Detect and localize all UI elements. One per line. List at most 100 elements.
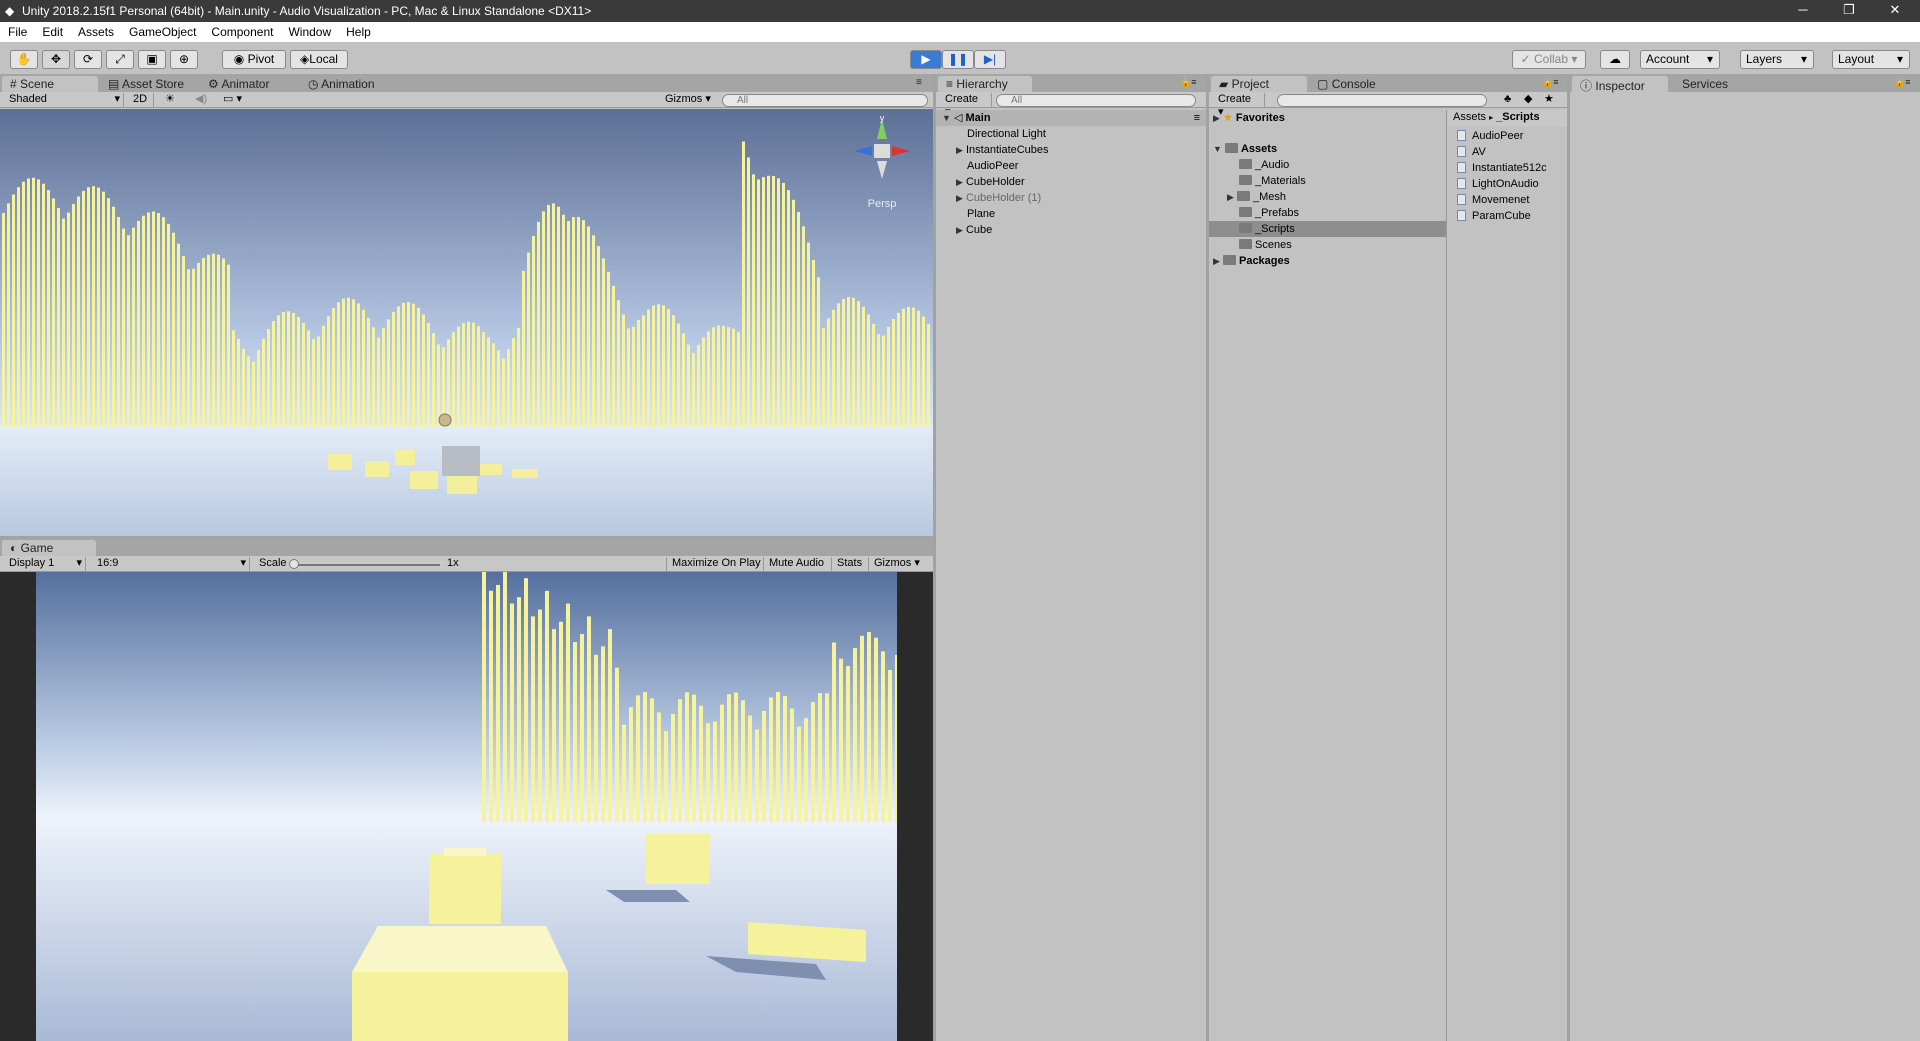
mute-audio-toggle[interactable]: Mute Audio: [763, 557, 829, 571]
restore-button[interactable]: ❐: [1826, 0, 1872, 22]
spectrum-bar: [617, 300, 620, 427]
scene-row[interactable]: ▼ ◁ Main ≡: [936, 110, 1206, 126]
tab-animator[interactable]: ⚙ Animator: [200, 76, 277, 92]
pivot-toggle[interactable]: ◉ Pivot: [222, 50, 286, 69]
folder-mesh[interactable]: ▶ _Mesh: [1227, 189, 1286, 205]
scene-menu-icon[interactable]: ≡: [1194, 110, 1200, 126]
script-movemenet[interactable]: Movemenet: [1457, 192, 1529, 208]
persp-label[interactable]: Persp: [868, 198, 897, 210]
rotate-tool-icon[interactable]: ⟳: [74, 50, 102, 69]
packages-row[interactable]: ▶ Packages: [1213, 253, 1290, 269]
stats-toggle[interactable]: Stats: [831, 557, 867, 571]
menu-edit[interactable]: Edit: [34, 22, 70, 39]
tab-project[interactable]: ▰ Project: [1211, 76, 1307, 92]
assets-row[interactable]: ▼ Assets: [1213, 141, 1277, 157]
menu-gameobject[interactable]: GameObject: [121, 22, 203, 39]
tab-scene-label: Scene: [20, 77, 55, 91]
scale-tool-icon[interactable]: ⤢: [106, 50, 134, 69]
folder-prefabs[interactable]: _Prefabs: [1239, 205, 1299, 221]
aspect-dropdown[interactable]: 16:9 ▾: [92, 557, 250, 571]
menu-assets[interactable]: Assets: [70, 22, 121, 39]
tab-scene[interactable]: # Scene: [2, 76, 98, 92]
effects-dropdown-icon[interactable]: ▭ ▾: [218, 93, 250, 107]
account-dropdown[interactable]: Account ▾: [1640, 50, 1720, 69]
collab-dropdown[interactable]: ✓ Collab ▾: [1512, 50, 1586, 69]
move-tool-icon[interactable]: ✥: [42, 50, 70, 69]
scene-viewport[interactable]: y Persp: [0, 109, 933, 536]
filter-label-icon[interactable]: ◆: [1519, 93, 1537, 107]
layout-dropdown[interactable]: Layout ▾: [1832, 50, 1910, 69]
filter-type-icon[interactable]: ♣: [1499, 93, 1516, 107]
script-instantiate512c[interactable]: Instantiate512c: [1457, 160, 1547, 176]
menu-window[interactable]: Window: [280, 22, 338, 39]
lock-icon[interactable]: 🔒≡: [1534, 76, 1566, 92]
breadcrumb-scripts[interactable]: _Scripts: [1496, 111, 1539, 123]
hierarchy-create-dropdown[interactable]: Create ▾: [940, 93, 992, 118]
hierarchy-item-cubeholder[interactable]: ▶ CubeHolder: [956, 174, 1025, 190]
menu-component[interactable]: Component: [203, 22, 280, 39]
spectrum-bar: [671, 713, 675, 822]
hierarchy-item-instantiatecubes[interactable]: ▶ InstantiateCubes: [956, 142, 1049, 158]
script-av[interactable]: AV: [1457, 144, 1486, 160]
panel-menu-icon[interactable]: ≡: [908, 76, 930, 92]
layers-dropdown[interactable]: Layers ▾: [1740, 50, 1814, 69]
close-button[interactable]: ✕: [1872, 0, 1918, 22]
game-subtoolbar: Display 1 ▾ 16:9 ▾ Scale 1x Maximize On Pl…: [0, 556, 933, 572]
clock-icon: ◷: [308, 77, 319, 91]
tab-asset-store[interactable]: ▤ Asset Store: [100, 76, 192, 92]
maximize-on-play-toggle[interactable]: Maximize On Play: [666, 557, 766, 571]
folder-scenes[interactable]: Scenes: [1239, 237, 1292, 253]
hierarchy-item-cubeholder-1[interactable]: ▶ CubeHolder (1): [956, 190, 1041, 206]
hierarchy-item-plane[interactable]: Plane: [967, 206, 995, 222]
tab-services[interactable]: Services: [1674, 76, 1736, 92]
scene-search-input[interactable]: All: [722, 94, 928, 107]
folder-materials[interactable]: _Materials: [1239, 173, 1306, 189]
scale-slider-handle[interactable]: [289, 559, 299, 569]
mode-2d-toggle[interactable]: 2D: [128, 93, 154, 107]
menu-help[interactable]: Help: [338, 22, 378, 39]
game-viewport[interactable]: [36, 572, 897, 1041]
minimize-button[interactable]: ─: [1780, 0, 1826, 22]
hierarchy-item-cube[interactable]: ▶ Cube: [956, 222, 992, 238]
project-search-input[interactable]: [1277, 94, 1487, 107]
lighting-toggle-icon[interactable]: ☀: [160, 93, 180, 107]
tab-inspector[interactable]: ⓘ Inspector: [1572, 76, 1668, 93]
transform-tool-icon[interactable]: ⊕: [170, 50, 198, 69]
step-button[interactable]: ▶|: [974, 50, 1006, 69]
cloud-icon[interactable]: ☁: [1600, 50, 1630, 69]
favorites-row[interactable]: ▶ ★ Favorites: [1213, 110, 1285, 126]
shading-dropdown[interactable]: Shaded ▾: [4, 93, 124, 107]
script-lightonaudio[interactable]: LightOnAudio: [1457, 176, 1539, 192]
rect-tool-icon[interactable]: ▣: [138, 50, 166, 69]
favorite-star-icon[interactable]: ★: [1539, 93, 1559, 107]
project-create-dropdown[interactable]: Create ▾: [1213, 93, 1265, 118]
script-paramcube[interactable]: ParamCube: [1457, 208, 1531, 224]
lock-icon[interactable]: 🔒≡: [1886, 76, 1918, 92]
display-dropdown[interactable]: Display 1 ▾: [4, 557, 86, 571]
tab-game[interactable]: ◐ Game: [2, 540, 96, 556]
folder-scripts[interactable]: _Scripts: [1209, 221, 1446, 237]
spectrum-bar: [922, 316, 925, 427]
hierarchy-item-directional-light[interactable]: Directional Light: [967, 126, 1046, 142]
hand-tool-icon[interactable]: ✋: [10, 50, 38, 69]
spectrum-bar: [732, 328, 735, 427]
script-audiopeer[interactable]: AudioPeer: [1457, 128, 1523, 144]
play-button[interactable]: ▶: [910, 50, 942, 69]
spectrum-bar: [559, 621, 563, 822]
scene-gizmos-dropdown[interactable]: Gizmos ▾: [660, 93, 716, 107]
pause-button[interactable]: ❚❚: [942, 50, 974, 69]
tab-animation[interactable]: ◷ Animation: [300, 76, 383, 92]
hierarchy-item-audiopeer[interactable]: AudioPeer: [967, 158, 1018, 174]
scale-slider[interactable]: [292, 564, 440, 566]
cs-script-icon: [1457, 194, 1466, 205]
tab-console[interactable]: ▢ Console: [1309, 76, 1384, 92]
lock-icon[interactable]: 🔒≡: [1172, 76, 1204, 92]
hierarchy-search-input[interactable]: All: [996, 94, 1196, 107]
folder-audio[interactable]: _Audio: [1239, 157, 1289, 173]
tab-hierarchy[interactable]: ≡ Hierarchy: [938, 76, 1032, 92]
audio-toggle-icon[interactable]: ◀): [190, 93, 210, 107]
breadcrumb-assets[interactable]: Assets: [1453, 111, 1486, 123]
game-gizmos-dropdown[interactable]: Gizmos ▾: [868, 557, 925, 571]
menu-file[interactable]: File: [0, 22, 34, 39]
local-toggle[interactable]: ◈Local: [290, 50, 348, 69]
